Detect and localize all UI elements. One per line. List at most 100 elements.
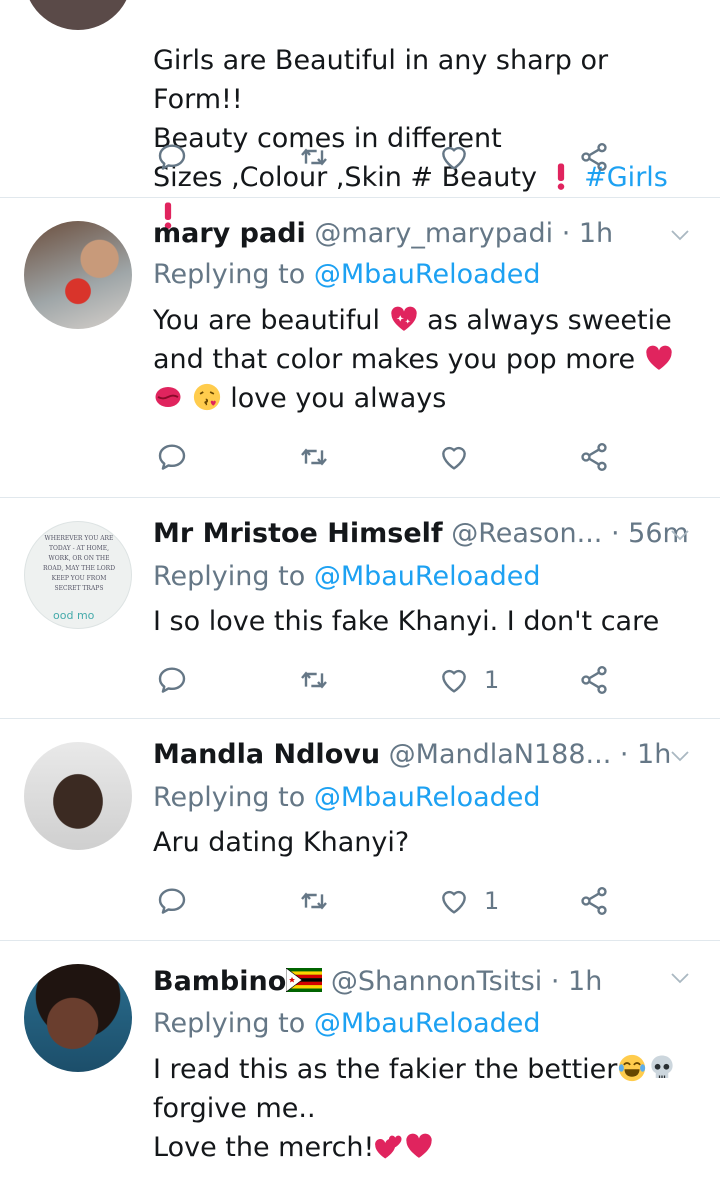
avatar-quote-text: WHEREVER YOU ARE TODAY - AT HOME, WORK, …	[42, 535, 116, 592]
mention-link[interactable]: @MbauReloaded	[314, 259, 541, 290]
replying-to: Replying to @MbauReloaded	[153, 778, 541, 818]
share-button[interactable]	[578, 137, 610, 177]
timestamp[interactable]: · 1h	[620, 739, 671, 770]
display-name[interactable]: Mandla Ndlovu	[153, 739, 380, 770]
tweet-text-line: as always sweetie	[427, 305, 672, 336]
reply-button[interactable]	[156, 437, 188, 477]
share-icon	[578, 441, 610, 473]
share-button[interactable]	[578, 881, 610, 921]
like-button[interactable]: 1	[438, 881, 499, 921]
reply-button[interactable]	[156, 660, 188, 700]
tweet-header: Mr Mristoe Himself @Reason... · 56m	[153, 514, 689, 554]
like-count: 1	[484, 887, 500, 915]
replying-to-label: Replying to	[153, 782, 314, 813]
reply-icon	[156, 441, 188, 473]
mention-link[interactable]: @MbauReloaded	[314, 782, 541, 813]
tweet-1[interactable]: Girls are Beautiful in any sharp or Form…	[0, 0, 720, 198]
retweet-button[interactable]	[298, 137, 330, 177]
retweet-icon	[298, 885, 330, 917]
display-name[interactable]: mary padi	[153, 218, 306, 249]
share-button[interactable]	[578, 660, 610, 700]
like-button[interactable]	[438, 437, 470, 477]
reply-icon	[156, 885, 188, 917]
two-hearts-icon	[374, 1131, 404, 1161]
kiss-mark-icon	[153, 382, 183, 412]
tweet-actions	[153, 137, 633, 177]
red-heart-icon	[404, 1131, 434, 1161]
avatar[interactable]	[24, 964, 132, 1072]
avatar[interactable]	[24, 0, 132, 30]
retweet-icon	[298, 441, 330, 473]
display-name[interactable]: Bambino	[153, 966, 286, 997]
like-button[interactable]: 1	[438, 660, 499, 700]
share-button[interactable]	[578, 437, 610, 477]
share-icon	[578, 664, 610, 696]
heart-outline-icon	[438, 441, 470, 473]
retweet-button[interactable]	[298, 881, 330, 921]
replying-to: Replying to @MbauReloaded	[153, 557, 541, 597]
red-heart-icon	[644, 343, 674, 373]
chevron-down-icon[interactable]	[668, 744, 692, 768]
avatar[interactable]: WHEREVER YOU ARE TODAY - AT HOME, WORK, …	[24, 521, 132, 629]
like-count: 1	[484, 666, 500, 694]
reply-icon	[156, 664, 188, 696]
skull-icon	[647, 1053, 677, 1083]
tweet-text-line: Love the merch!	[153, 1132, 375, 1163]
retweet-button[interactable]	[298, 660, 330, 700]
avatar-footer-text: ood mo	[53, 609, 95, 622]
face-blowing-kiss-icon	[192, 382, 222, 412]
mention-link[interactable]: @MbauReloaded	[314, 561, 541, 592]
chevron-down-icon[interactable]	[668, 966, 692, 990]
tweet-body: You are beautiful as always sweetie and …	[153, 301, 693, 418]
mention-link[interactable]: @MbauReloaded	[314, 1008, 541, 1039]
tweet-body: Aru dating Khanyi?	[153, 827, 410, 858]
reply-button[interactable]	[156, 137, 188, 177]
tears-of-joy-icon	[617, 1053, 647, 1083]
display-name[interactable]: Mr Mristoe Himself	[153, 518, 443, 549]
tweet-actions: 1	[153, 660, 633, 700]
replying-to: Replying to @MbauReloaded	[153, 1004, 541, 1044]
replying-to-label: Replying to	[153, 561, 314, 592]
like-button[interactable]	[438, 137, 470, 177]
tweet-header: mary padi @mary_marypadi · 1h	[153, 214, 613, 254]
reply-icon	[156, 141, 188, 173]
tweet-body: I so love this fake Khanyi. I don't care	[153, 606, 660, 637]
avatar[interactable]	[24, 742, 132, 850]
sparkling-heart-icon	[389, 304, 419, 334]
tweet-text-line: love you always	[230, 383, 447, 414]
tweet-text-line: I read this as the fakier the bettier	[153, 1054, 618, 1085]
tweet-text-line: You are beautiful	[153, 305, 380, 336]
zimbabwe-flag-icon	[286, 968, 322, 992]
tweet-4[interactable]: Mandla Ndlovu @MandlaN188... · 1h Replyi…	[0, 718, 720, 941]
reply-button[interactable]	[156, 881, 188, 921]
tweet-2[interactable]: mary padi @mary_marypadi · 1h Replying t…	[0, 197, 720, 498]
tweet-header: Bambino @ShannonTsitsi · 1h	[153, 962, 602, 1002]
retweet-button[interactable]	[298, 437, 330, 477]
share-icon	[578, 141, 610, 173]
heart-outline-icon	[438, 885, 470, 917]
tweet-header: Mandla Ndlovu @MandlaN188... · 1h	[153, 735, 671, 775]
share-icon	[578, 885, 610, 917]
timestamp[interactable]: · 1h	[551, 966, 602, 997]
tweet-body: I read this as the fakier the bettier fo…	[153, 1050, 693, 1167]
chevron-down-icon[interactable]	[668, 523, 692, 547]
tweet-text-line: forgive me..	[153, 1093, 316, 1124]
replying-to-label: Replying to	[153, 1008, 314, 1039]
tweet-text-line: and that color makes you pop more	[153, 344, 636, 375]
user-handle[interactable]: @ShannonTsitsi	[331, 966, 542, 997]
retweet-icon	[298, 664, 330, 696]
replying-to: Replying to @MbauReloaded	[153, 255, 541, 295]
tweet-3[interactable]: WHEREVER YOU ARE TODAY - AT HOME, WORK, …	[0, 497, 720, 719]
tweet-5[interactable]: Bambino @ShannonTsitsi · 1h Replying to …	[0, 940, 720, 1184]
replying-to-label: Replying to	[153, 259, 314, 290]
chevron-down-icon[interactable]	[668, 223, 692, 247]
timestamp[interactable]: · 1h	[562, 218, 613, 249]
heart-outline-icon	[438, 141, 470, 173]
retweet-icon	[298, 141, 330, 173]
avatar[interactable]	[24, 221, 132, 329]
tweet-actions: 1	[153, 881, 633, 921]
user-handle[interactable]: @mary_marypadi	[314, 218, 553, 249]
heart-outline-icon	[438, 664, 470, 696]
user-handle[interactable]: @MandlaN188...	[389, 739, 612, 770]
user-handle[interactable]: @Reason...	[451, 518, 602, 549]
